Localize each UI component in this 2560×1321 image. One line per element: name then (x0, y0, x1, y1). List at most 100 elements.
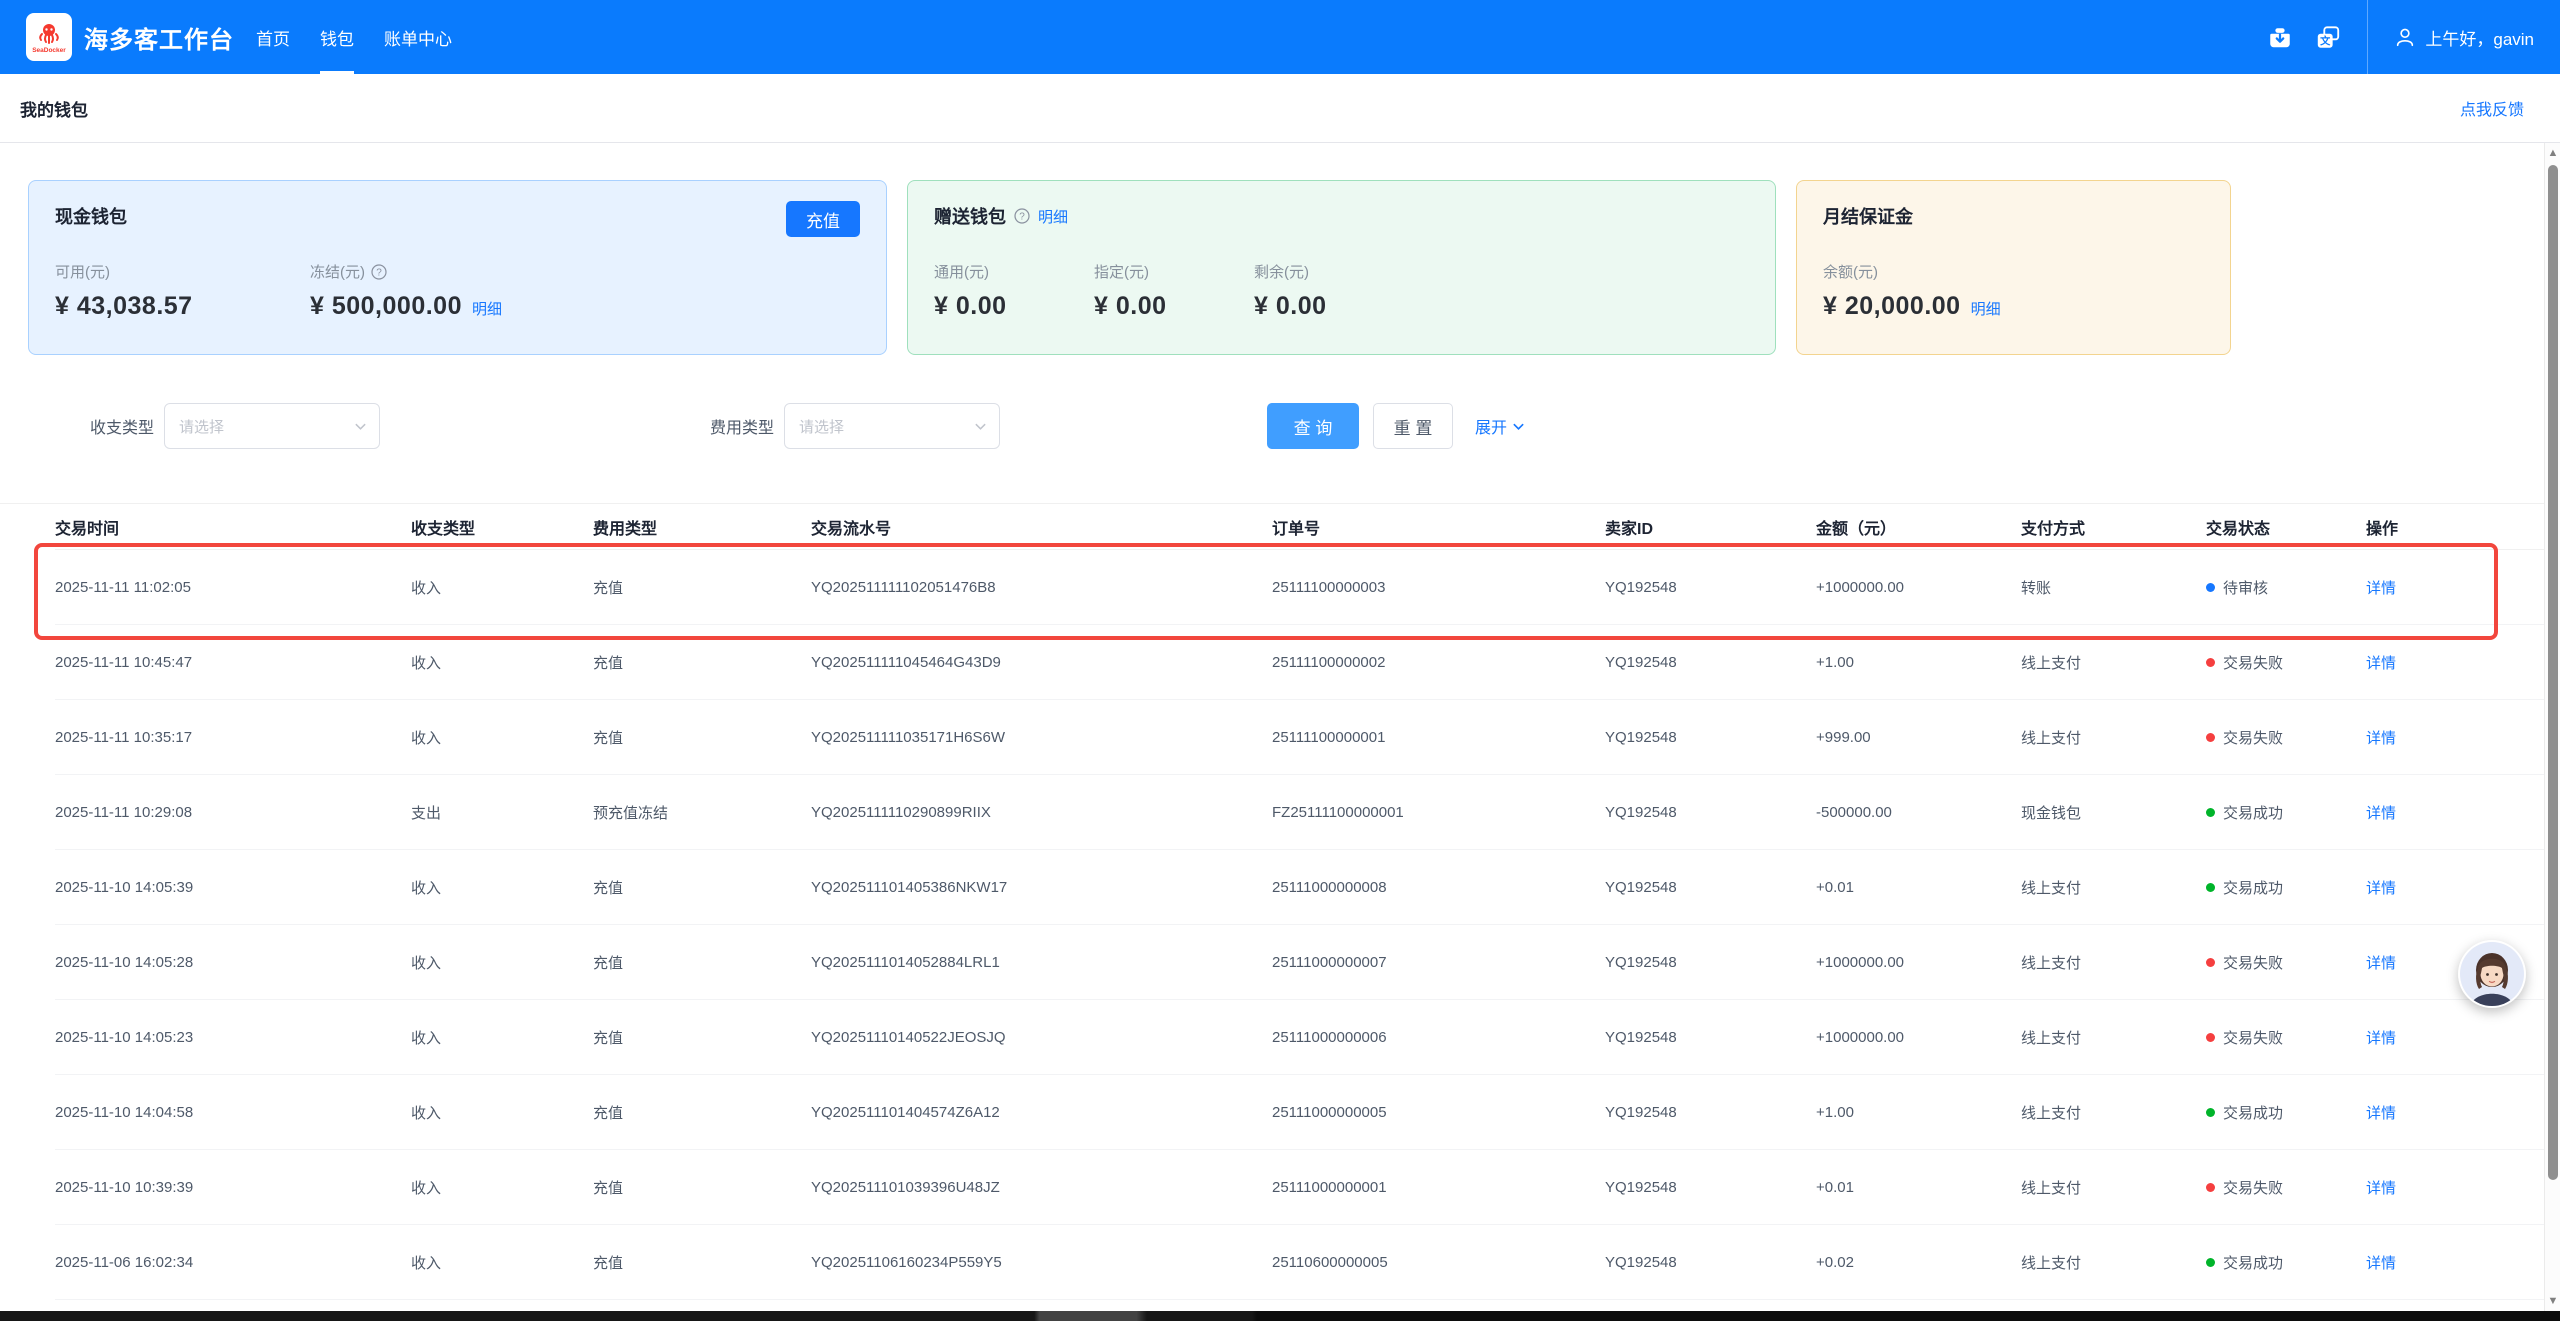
cell-serial-number: YQ202511111102051476B8 (811, 579, 1272, 596)
status-dot (2206, 733, 2215, 742)
user-icon (2394, 26, 2416, 48)
cell-serial-number: YQ202511101404574Z6A12 (811, 1104, 1272, 1121)
cell-order-number: 25111000000007 (1272, 954, 1605, 971)
income-type-select[interactable]: 请选择 (164, 403, 380, 449)
scroll-up-icon[interactable]: ▲ (2545, 143, 2560, 163)
cell-amount: +1.00 (1816, 654, 2021, 671)
gift-detail-link[interactable]: 明细 (1038, 206, 1068, 227)
cell-transaction-time: 2025-11-10 10:39:39 (55, 1179, 411, 1196)
cell-order-number: 25111100000001 (1272, 729, 1605, 746)
cell-fee-type: 充值 (593, 1177, 811, 1198)
vertical-scrollbar[interactable]: ▲ ▼ (2544, 143, 2560, 1311)
detail-link[interactable]: 详情 (2366, 580, 2396, 597)
cell-amount: +0.01 (1816, 879, 2021, 896)
cell-pay-method: 线上支付 (2021, 1252, 2206, 1273)
cell-order-number: FZ25111100000001 (1272, 804, 1605, 821)
cell-amount: +1000000.00 (1816, 579, 2021, 596)
detail-link[interactable]: 详情 (2366, 1030, 2396, 1047)
detail-link[interactable]: 详情 (2366, 1105, 2396, 1122)
detail-link[interactable]: 详情 (2366, 1180, 2396, 1197)
chevron-down-icon (354, 420, 367, 433)
bottom-scrollbar[interactable] (0, 1311, 2560, 1321)
cell-amount: -500000.00 (1816, 804, 2021, 821)
cell-transaction-time: 2025-11-11 10:35:17 (55, 729, 411, 746)
scrollbar-thumb[interactable] (2548, 165, 2558, 1180)
cell-seller-id: YQ192548 (1605, 804, 1816, 821)
download-icon[interactable] (2267, 24, 2293, 50)
cell-status: 交易成功 (2206, 877, 2366, 898)
cell-seller-id: YQ192548 (1605, 954, 1816, 971)
column-header: 交易状态 (2206, 515, 2366, 539)
cell-income-type: 收入 (411, 577, 593, 598)
search-button[interactable]: 查 询 (1267, 403, 1359, 449)
main-nav: 首页 钱包 账单中心 (256, 0, 452, 74)
cell-fee-type: 充值 (593, 1252, 811, 1273)
assistant-avatar[interactable] (2458, 940, 2526, 1008)
cell-serial-number: YQ2025111110290899RIIX (811, 804, 1272, 821)
cell-seller-id: YQ192548 (1605, 729, 1816, 746)
help-icon[interactable]: ? (371, 264, 387, 280)
nav-item-home[interactable]: 首页 (256, 0, 290, 74)
frozen-detail-link[interactable]: 明细 (472, 298, 502, 319)
status-dot (2206, 1033, 2215, 1042)
detail-link[interactable]: 详情 (2366, 880, 2396, 897)
status-dot (2206, 583, 2215, 592)
status-text: 交易成功 (2223, 1252, 2283, 1273)
wallet-cards: 现金钱包 充值 可用(元) ¥ 43,038.57 冻结(元) ? (0, 143, 2560, 355)
status-dot (2206, 883, 2215, 892)
cell-amount: +1000000.00 (1816, 954, 2021, 971)
cell-income-type: 收入 (411, 1102, 593, 1123)
translate-icon[interactable]: 文 (2315, 24, 2341, 50)
cell-amount: +0.01 (1816, 1179, 2021, 1196)
top-navbar: SeaDocker 海多客工作台 首页 钱包 账单中心 (0, 0, 2560, 74)
detail-link[interactable]: 详情 (2366, 1255, 2396, 1272)
balance-amount: ¥ 20,000.00 (1823, 292, 1961, 321)
filter-bar: 收支类型 请选择 费用类型 请选择 查 询 重 置 展开 (0, 403, 2560, 449)
cell-pay-method: 线上支付 (2021, 952, 2206, 973)
column-header: 交易流水号 (811, 515, 1272, 539)
deposit-detail-link[interactable]: 明细 (1971, 298, 2001, 319)
nav-item-billing[interactable]: 账单中心 (384, 0, 452, 74)
detail-link[interactable]: 详情 (2366, 655, 2396, 672)
table-row: 2025-11-10 10:39:39 收入 充值 YQ202511101039… (55, 1150, 2560, 1225)
filter-fee-type: 费用类型 请选择 (710, 403, 1000, 449)
recharge-button[interactable]: 充值 (786, 201, 860, 237)
cell-order-number: 25111100000003 (1272, 579, 1605, 596)
table-row: 2025-11-10 14:05:39 收入 充值 YQ202511101405… (55, 850, 2560, 925)
expand-toggle[interactable]: 展开 (1475, 414, 1525, 438)
cell-serial-number: YQ2025111014052884LRL1 (811, 954, 1272, 971)
status-text: 交易失败 (2223, 952, 2283, 973)
feedback-link[interactable]: 点我反馈 (2460, 96, 2524, 120)
fee-type-select[interactable]: 请选择 (784, 403, 1000, 449)
cash-wallet-title: 现金钱包 (55, 203, 127, 229)
cash-wallet-card: 现金钱包 充值 可用(元) ¥ 43,038.57 冻结(元) ? (28, 180, 887, 355)
cell-pay-method: 转账 (2021, 577, 2206, 598)
cell-income-type: 收入 (411, 952, 593, 973)
cell-pay-method: 线上支付 (2021, 877, 2206, 898)
detail-link[interactable]: 详情 (2366, 955, 2396, 972)
cell-transaction-time: 2025-11-11 10:29:08 (55, 804, 411, 821)
help-icon[interactable]: ? (1014, 208, 1030, 224)
user-menu[interactable]: 上午好，gavin (2394, 25, 2534, 50)
app-window: SeaDocker 海多客工作台 首页 钱包 账单中心 (0, 0, 2560, 1321)
fee-type-label: 费用类型 (710, 414, 774, 438)
scroll-down-icon[interactable]: ▼ (2545, 1291, 2560, 1311)
topbar-divider (2367, 0, 2368, 74)
cell-serial-number: YQ202511101405386NKW17 (811, 879, 1272, 896)
cell-fee-type: 充值 (593, 877, 811, 898)
nav-item-wallet[interactable]: 钱包 (320, 0, 354, 74)
logo-caption: SeaDocker (32, 47, 66, 54)
detail-link[interactable]: 详情 (2366, 730, 2396, 747)
cell-status: 交易失败 (2206, 652, 2366, 673)
brand-logo[interactable]: SeaDocker (26, 13, 72, 61)
detail-link[interactable]: 详情 (2366, 805, 2396, 822)
status-text: 交易成功 (2223, 877, 2283, 898)
cell-order-number: 25110600000005 (1272, 1254, 1605, 1271)
designated-amount: ¥ 0.00 (1094, 292, 1167, 321)
octopus-icon (36, 21, 62, 47)
remaining-amount: ¥ 0.00 (1254, 292, 1327, 321)
status-text: 待审核 (2223, 577, 2268, 598)
reset-button[interactable]: 重 置 (1373, 403, 1453, 449)
cell-status: 交易失败 (2206, 1027, 2366, 1048)
cell-status: 交易成功 (2206, 1252, 2366, 1273)
